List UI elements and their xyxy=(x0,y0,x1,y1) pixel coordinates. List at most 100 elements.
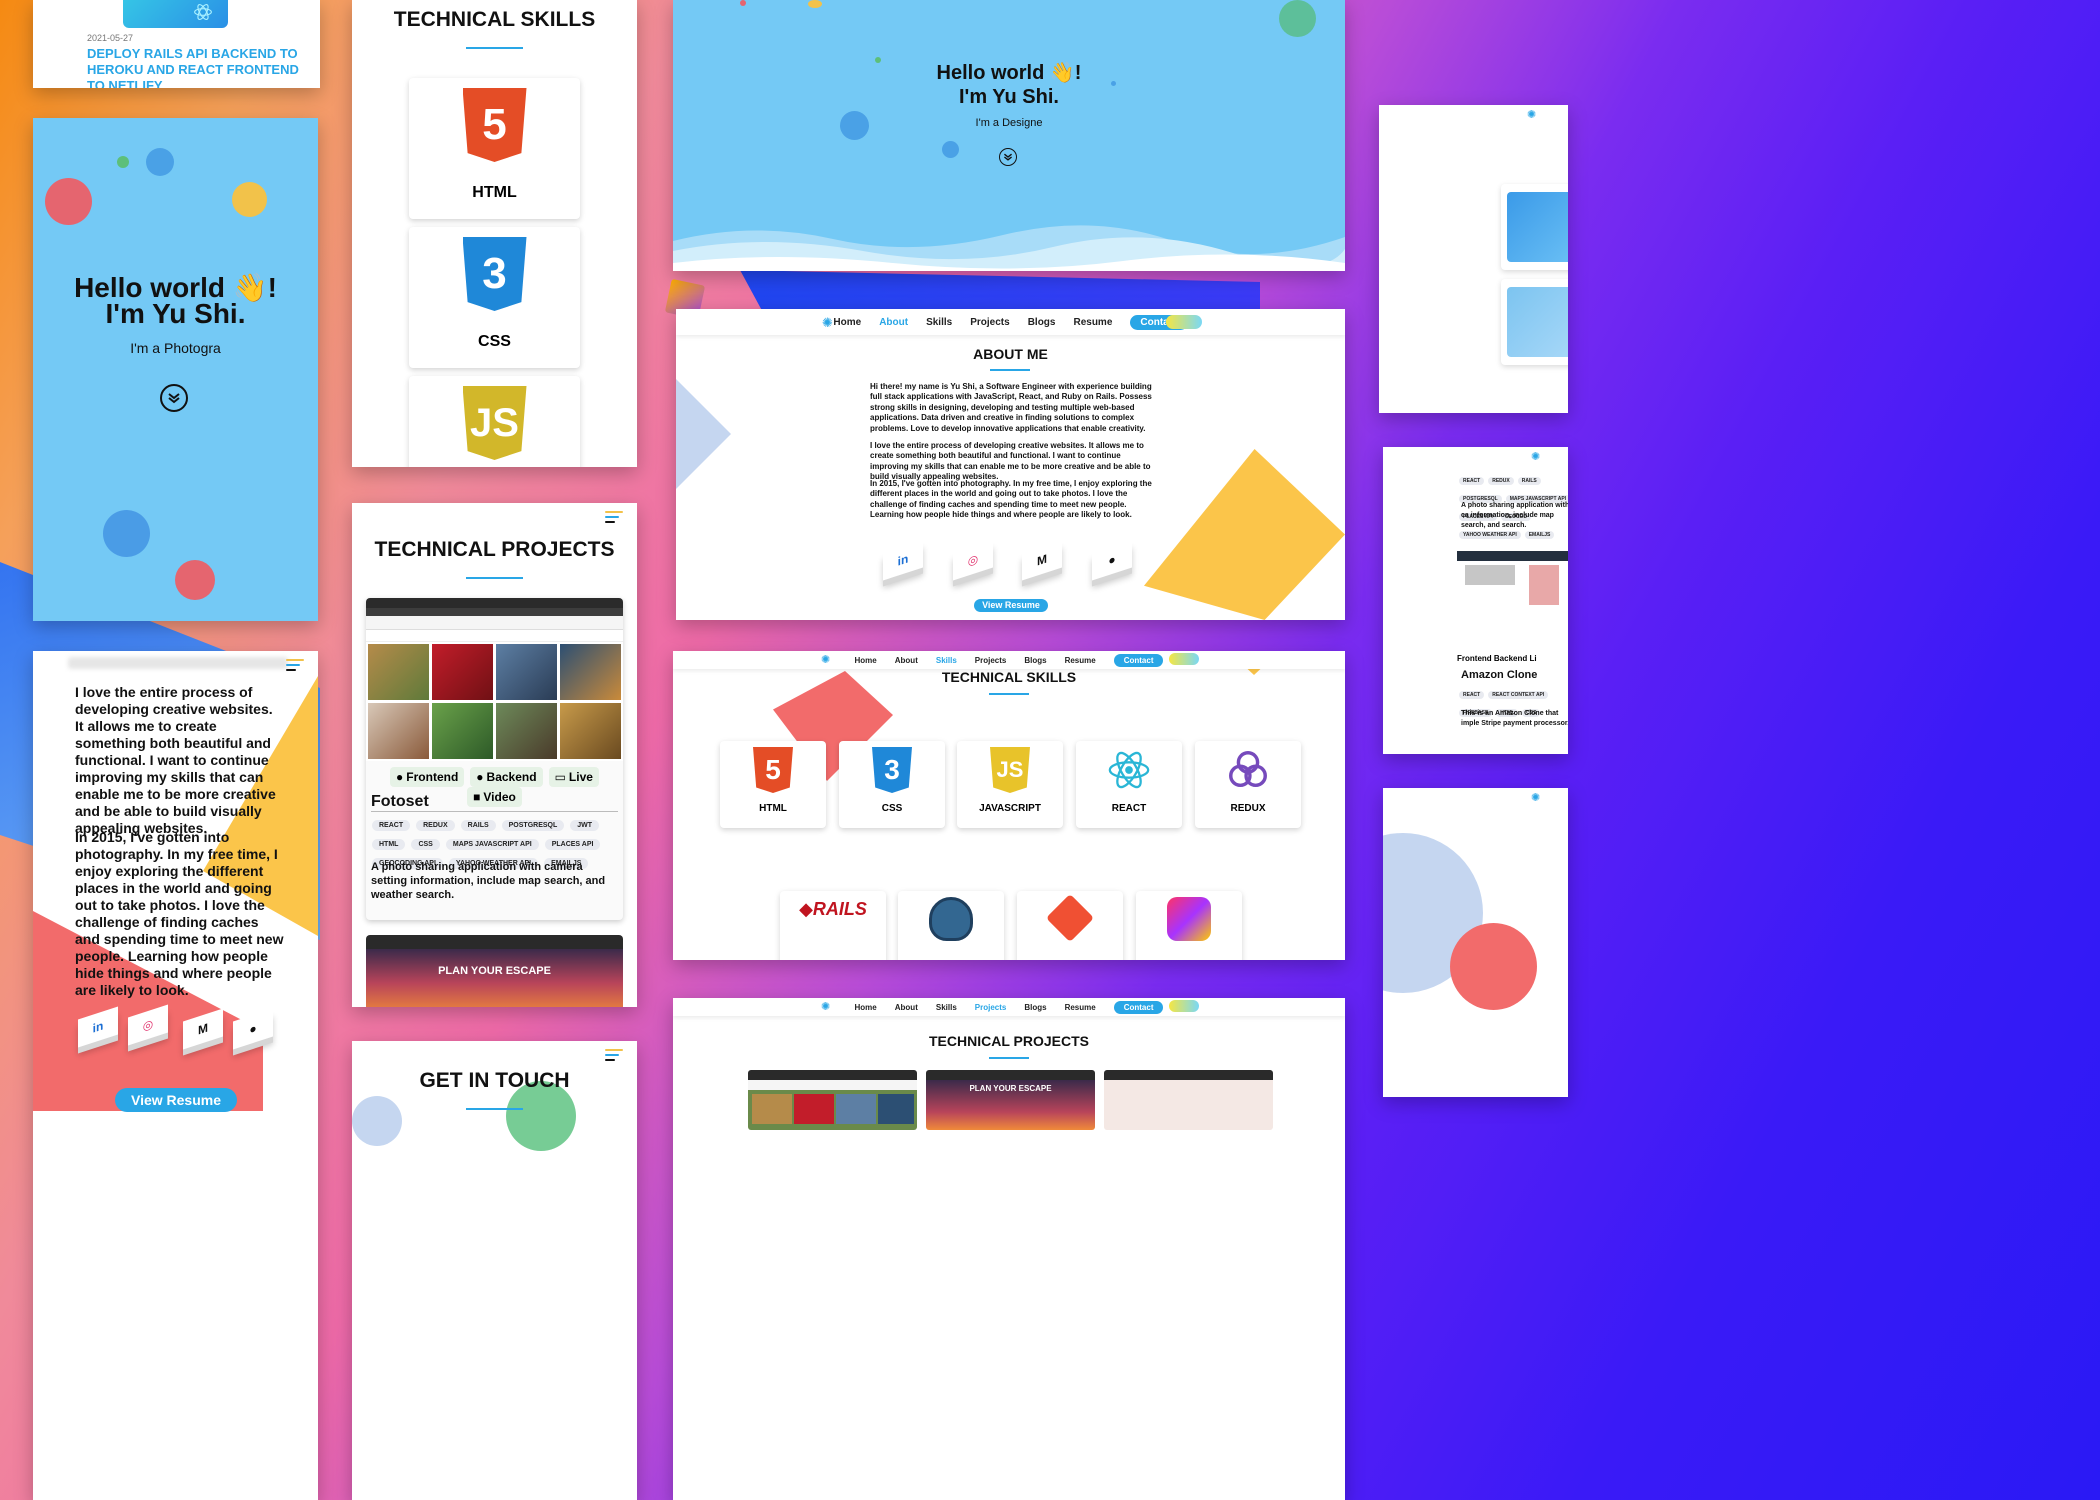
escape-headline: PLAN YOUR ESCAPE xyxy=(969,1084,1052,1093)
linkedin-link[interactable]: in xyxy=(78,1006,118,1048)
deco-triangle-yellow xyxy=(1144,449,1345,620)
nav-about[interactable]: About xyxy=(895,656,918,665)
github-link[interactable]: ● xyxy=(1092,539,1132,581)
live-button[interactable]: Li xyxy=(1530,654,1537,663)
nav-about[interactable]: About xyxy=(879,317,908,328)
hamburger-icon[interactable] xyxy=(605,1046,623,1064)
medium-link[interactable]: M xyxy=(1022,539,1062,581)
nav-projects[interactable]: Projects xyxy=(970,317,1009,328)
nav-skills[interactable]: Skills xyxy=(926,317,952,328)
logo-icon[interactable]: ✺ xyxy=(1531,450,1540,463)
blog-title[interactable]: DEPLOY RAILS API BACKEND TO HEROKU AND R… xyxy=(87,46,307,88)
amazon-screenshot[interactable] xyxy=(1457,551,1568,647)
js-icon: JS xyxy=(990,747,1030,793)
logo-icon[interactable]: ✺ xyxy=(1527,108,1536,121)
tech-tag: REACT CONTEXT API xyxy=(1488,691,1549,699)
mobile-about-p2: I love the entire process of developing … xyxy=(75,684,276,836)
nav-home[interactable]: Home xyxy=(833,317,861,328)
nav-blogs[interactable]: Blogs xyxy=(1024,1003,1046,1012)
hamburger-icon[interactable] xyxy=(286,656,304,674)
skill-card-css[interactable]: 3 CSS xyxy=(409,227,580,368)
nav-contact[interactable]: Contact xyxy=(1113,653,1164,667)
wave-decoration xyxy=(673,225,1345,271)
project-screenshot-fotoset[interactable] xyxy=(748,1070,917,1130)
skill-card-redux[interactable]: REDUX xyxy=(1195,741,1301,828)
about-p3: In 2015, I've gotten into photography. I… xyxy=(870,479,1152,520)
js-icon: JS xyxy=(462,386,527,460)
video-icon: ■ xyxy=(473,790,481,804)
skill-card-javascript[interactable]: JS JAVASCRIPT xyxy=(957,741,1063,828)
medium-icon: M xyxy=(1037,551,1047,569)
skill-label: CSS xyxy=(881,803,903,814)
view-resume-button[interactable]: View Resume xyxy=(974,599,1048,612)
nav-blogs[interactable]: Blogs xyxy=(1024,656,1046,665)
amazon-buttons: Frontend Backend Li xyxy=(1457,654,1568,663)
theme-toggle[interactable] xyxy=(1166,315,1202,329)
theme-toggle[interactable] xyxy=(1169,1000,1199,1012)
logo-icon[interactable]: ✺ xyxy=(821,653,830,666)
about-p1: Hi there! my name is Yu Shi, a Software … xyxy=(870,382,1152,433)
right-card-1[interactable] xyxy=(1501,184,1568,270)
view-resume-button-mobile[interactable]: View Resume xyxy=(115,1088,237,1112)
scroll-down-button[interactable] xyxy=(160,384,188,412)
chevron-double-down-icon xyxy=(168,393,180,404)
nav-resume[interactable]: Resume xyxy=(1073,317,1112,328)
video-button[interactable]: ■ Video xyxy=(467,787,522,807)
html5-icon: 5 xyxy=(753,747,793,793)
mobile-projects-heading: TECHNICAL PROJECTS xyxy=(374,538,615,561)
nav-contact[interactable]: Contact xyxy=(1113,1000,1164,1014)
nav-home[interactable]: Home xyxy=(855,656,877,665)
deco-circle xyxy=(1279,0,1316,37)
github-link[interactable]: ● xyxy=(233,1008,273,1050)
right-card-2[interactable] xyxy=(1501,279,1568,365)
frontend-button[interactable]: ● Frontend xyxy=(390,767,465,787)
logo-icon[interactable]: ✺ xyxy=(1531,791,1540,804)
skill-label: HTML xyxy=(472,184,517,201)
nav-skills[interactable]: Skills xyxy=(936,1003,957,1012)
instagram-link[interactable]: ◎ xyxy=(128,1004,168,1046)
skill-card-postgresql[interactable] xyxy=(898,891,1004,960)
skill-label: HTML xyxy=(759,803,787,814)
deco-circle xyxy=(175,560,215,600)
linkedin-link[interactable]: in xyxy=(883,539,923,581)
backend-button[interactable]: Backend xyxy=(1494,654,1527,663)
skills-heading: TECHNICAL SKILLS xyxy=(941,669,1077,685)
nav-home[interactable]: Home xyxy=(855,1003,877,1012)
deco-circle xyxy=(808,0,822,8)
skill-card-css[interactable]: 3 CSS xyxy=(839,741,945,828)
skill-card-html[interactable]: 5 HTML xyxy=(409,78,580,219)
deco-circle xyxy=(117,156,129,168)
nav-blogs[interactable]: Blogs xyxy=(1028,317,1056,328)
tech-tag: PLACES API xyxy=(544,839,601,850)
nav-skills[interactable]: Skills xyxy=(936,656,957,665)
backend-button[interactable]: ● Backend xyxy=(470,767,543,787)
logo-icon[interactable]: ✺ xyxy=(821,1000,830,1013)
project-screenshot-app[interactable] xyxy=(1104,1070,1273,1130)
logo-icon[interactable]: ✺ xyxy=(822,315,833,331)
blog-thumbnail[interactable] xyxy=(123,0,228,28)
nav-about[interactable]: About xyxy=(895,1003,918,1012)
nav-resume[interactable]: Resume xyxy=(1065,656,1096,665)
nav-resume[interactable]: Resume xyxy=(1065,1003,1096,1012)
chevron-double-down-icon xyxy=(1003,153,1013,161)
nav-projects[interactable]: Projects xyxy=(975,1003,1007,1012)
skill-card-rails[interactable]: ◆RAILS xyxy=(780,891,886,960)
medium-link[interactable]: M xyxy=(183,1008,223,1050)
escape-screenshot[interactable]: PLAN YOUR ESCAPE xyxy=(366,935,623,1007)
fotoset-screenshot[interactable] xyxy=(366,598,623,761)
frontend-button[interactable]: Frontend xyxy=(1457,654,1492,663)
hamburger-icon[interactable] xyxy=(605,508,623,526)
skill-card-git[interactable] xyxy=(1017,891,1123,960)
skill-card-html[interactable]: 5 HTML xyxy=(720,741,826,828)
project-screenshot-escape[interactable]: PLAN YOUR ESCAPE xyxy=(926,1070,1095,1130)
skill-card-creative-cloud[interactable] xyxy=(1136,891,1242,960)
theme-toggle[interactable] xyxy=(1169,653,1199,665)
instagram-link[interactable]: ◎ xyxy=(953,539,993,581)
skill-card-js[interactable]: JS xyxy=(409,376,580,467)
tech-tag: REACT xyxy=(1459,691,1485,699)
scroll-down-button[interactable] xyxy=(999,148,1017,166)
live-button[interactable]: ▭ Live xyxy=(548,767,599,787)
nav-projects[interactable]: Projects xyxy=(975,656,1007,665)
skill-card-react[interactable]: REACT xyxy=(1076,741,1182,828)
mobile-contact-panel: GET IN TOUCH xyxy=(352,1041,637,1500)
